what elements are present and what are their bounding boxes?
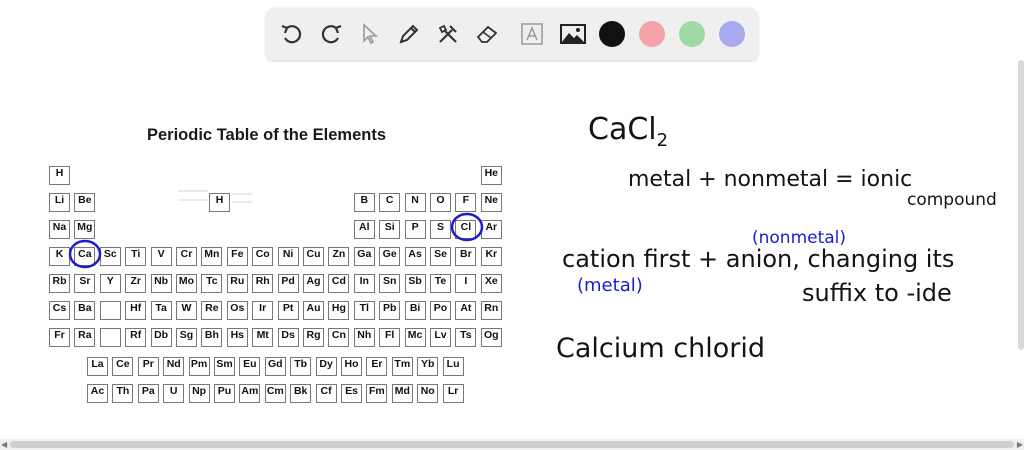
circle-ca: [68, 239, 102, 269]
rule-line-2b: suffix to -ide: [802, 279, 952, 307]
vertical-scroll-indicator[interactable]: [1018, 60, 1024, 350]
formula-main: CaCl: [588, 112, 657, 147]
annotation-marks: [68, 212, 484, 269]
tag-metal: (metal): [577, 275, 643, 296]
horizontal-scrollbar[interactable]: ◀ ▶: [0, 439, 1024, 450]
rule-line-1: metal + nonmetal = ionic: [628, 167, 913, 192]
circle-cl: [450, 212, 484, 242]
rule-line-1b: compound: [907, 190, 997, 210]
scroll-left-icon[interactable]: ◀: [1, 440, 7, 449]
scroll-right-icon[interactable]: ▶: [1017, 440, 1023, 449]
scrollbar-thumb[interactable]: [10, 441, 1014, 448]
rule-line-2: cation first + anion, changing its: [562, 245, 955, 273]
whiteboard-canvas[interactable]: Periodic Table of the Elements H He Li Be B C…: [0, 0, 1024, 450]
formula-cacl2: CaCl2: [588, 112, 668, 151]
answer-text: Calcium chlorid: [556, 333, 765, 364]
formula-subscript: 2: [656, 130, 669, 151]
